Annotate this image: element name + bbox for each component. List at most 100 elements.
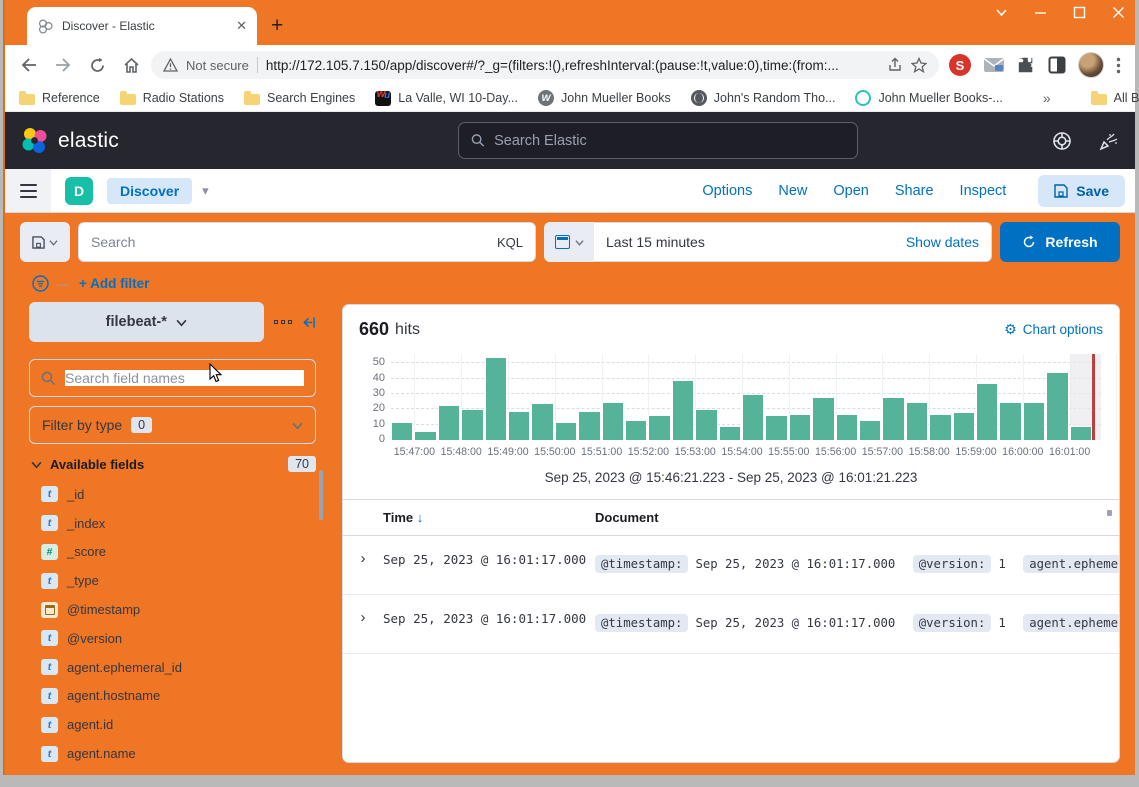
histogram-bar[interactable] bbox=[508, 411, 530, 440]
histogram-bar[interactable] bbox=[648, 415, 670, 440]
inspect-button[interactable]: Inspect bbox=[960, 183, 1007, 199]
back-button[interactable] bbox=[15, 51, 43, 79]
menu-hamburger-button[interactable] bbox=[5, 169, 51, 212]
options-button[interactable]: Options bbox=[702, 183, 752, 199]
reader-mode-extension-icon[interactable] bbox=[1048, 56, 1066, 74]
mail-extension-icon[interactable] bbox=[983, 56, 1005, 74]
bookmark-star-icon[interactable] bbox=[911, 57, 927, 73]
not-secure-label[interactable]: Not secure bbox=[186, 58, 249, 73]
field-item[interactable]: tagent.hostname bbox=[41, 682, 316, 711]
save-button[interactable]: Save bbox=[1038, 175, 1125, 207]
histogram-plot[interactable] bbox=[391, 354, 1101, 440]
table-scrollbar[interactable] bbox=[1107, 510, 1112, 516]
collapse-sidebar-icon[interactable] bbox=[302, 316, 316, 329]
histogram-bar[interactable] bbox=[602, 402, 624, 440]
address-bar[interactable]: Not secure http://172.105.7.150/app/disc… bbox=[151, 51, 939, 79]
tab-search-chevron-icon[interactable] bbox=[995, 6, 1008, 19]
not-secure-warning-icon[interactable] bbox=[163, 58, 178, 72]
bookmark-item[interactable]: Reference bbox=[19, 91, 100, 105]
histogram-bar[interactable] bbox=[1023, 402, 1045, 440]
elastic-logo[interactable]: elastic bbox=[21, 127, 119, 154]
field-item[interactable]: t@version bbox=[41, 624, 316, 653]
histogram-chart[interactable]: 0102030405015:47:0015:48:0015:49:0015:50… bbox=[359, 352, 1103, 458]
bookmark-item[interactable]: Radio Stations bbox=[120, 91, 224, 105]
histogram-bar[interactable] bbox=[391, 422, 413, 440]
show-dates-button[interactable]: Show dates bbox=[906, 234, 979, 250]
histogram-bar[interactable] bbox=[1046, 372, 1068, 440]
new-tab-button[interactable]: + bbox=[271, 16, 283, 36]
filter-menu-icon[interactable] bbox=[32, 275, 49, 292]
bookmark-item[interactable]: La Valle, WI 10-Day... bbox=[375, 91, 518, 106]
field-item[interactable]: t_id bbox=[41, 480, 316, 509]
histogram-bar[interactable] bbox=[742, 394, 764, 440]
breadcrumb[interactable]: Discover bbox=[107, 178, 192, 204]
minimize-button[interactable] bbox=[1034, 6, 1047, 19]
time-column-header[interactable]: Time ↓ bbox=[383, 510, 595, 525]
share-icon[interactable] bbox=[887, 57, 903, 73]
browser-tab[interactable]: Discover - Elastic ✕ bbox=[27, 7, 257, 45]
help-icon[interactable] bbox=[1052, 131, 1072, 151]
field-item[interactable]: t_type bbox=[41, 566, 316, 595]
new-button[interactable]: New bbox=[778, 183, 807, 199]
space-avatar[interactable]: D bbox=[65, 177, 93, 205]
histogram-bar[interactable] bbox=[672, 380, 694, 440]
search-query-input[interactable] bbox=[91, 234, 497, 250]
smallpdf-extension-icon[interactable]: S bbox=[949, 54, 971, 76]
histogram-bar[interactable] bbox=[929, 414, 951, 440]
field-item[interactable]: @timestamp bbox=[41, 595, 316, 624]
field-item[interactable]: tagent.name bbox=[41, 739, 316, 768]
bookmark-item[interactable]: John's Random Tho... bbox=[691, 90, 836, 106]
open-button[interactable]: Open bbox=[833, 183, 868, 199]
histogram-bar[interactable] bbox=[438, 405, 460, 440]
histogram-bar[interactable] bbox=[789, 414, 811, 440]
histogram-bar[interactable] bbox=[1070, 426, 1092, 440]
doc-field-name[interactable]: agent.ephemeral_id: bbox=[1023, 614, 1119, 632]
field-item[interactable]: t_index bbox=[41, 509, 316, 538]
doc-field-name[interactable]: @timestamp: bbox=[595, 555, 688, 573]
add-filter-button[interactable]: + Add filter bbox=[79, 276, 149, 291]
histogram-bar[interactable] bbox=[882, 397, 904, 440]
sidebar-scrollbar[interactable] bbox=[319, 470, 323, 520]
histogram-bar[interactable] bbox=[999, 402, 1021, 440]
bookmark-item[interactable]: Search Engines bbox=[244, 91, 355, 105]
doc-field-name[interactable]: @version: bbox=[913, 555, 992, 573]
saved-query-menu-button[interactable] bbox=[20, 222, 70, 262]
field-item[interactable]: #_score bbox=[41, 538, 316, 567]
reload-button[interactable] bbox=[83, 51, 111, 79]
histogram-bar[interactable] bbox=[578, 411, 600, 440]
share-button[interactable]: Share bbox=[895, 183, 934, 199]
tab-close-icon[interactable]: ✕ bbox=[236, 18, 247, 34]
histogram-bar[interactable] bbox=[812, 397, 834, 440]
field-search-input[interactable] bbox=[65, 370, 304, 386]
time-range-value[interactable]: Last 15 minutes bbox=[606, 234, 906, 250]
histogram-bar[interactable] bbox=[836, 414, 858, 440]
close-window-button[interactable] bbox=[1112, 6, 1125, 19]
kql-label[interactable]: KQL bbox=[497, 235, 523, 250]
chart-options-button[interactable]: ⚙ Chart options bbox=[1004, 322, 1103, 338]
url-text[interactable]: http://172.105.7.150/app/discover#/?_g=(… bbox=[266, 58, 879, 73]
bookmarks-overflow-button[interactable]: » bbox=[1043, 90, 1051, 106]
all-bookmarks-button[interactable]: All Bookmarks bbox=[1091, 91, 1139, 105]
forward-button[interactable] bbox=[49, 51, 77, 79]
expand-row-icon[interactable]: › bbox=[343, 546, 383, 582]
elastic-search-input[interactable] bbox=[494, 133, 845, 149]
extensions-puzzle-icon[interactable] bbox=[1017, 56, 1036, 75]
histogram-bar[interactable] bbox=[765, 415, 787, 440]
histogram-bar[interactable] bbox=[555, 422, 577, 440]
histogram-bar[interactable] bbox=[906, 402, 928, 440]
date-quick-menu-button[interactable] bbox=[544, 222, 594, 262]
doc-field-name[interactable]: @version: bbox=[913, 614, 992, 632]
histogram-bar[interactable] bbox=[695, 409, 717, 440]
available-fields-header[interactable]: Available fields 70 bbox=[29, 456, 316, 472]
index-pattern-select[interactable]: filebeat-* bbox=[29, 302, 264, 342]
histogram-bar[interactable] bbox=[531, 403, 553, 440]
refresh-button[interactable]: Refresh bbox=[1000, 222, 1120, 262]
histogram-bar[interactable] bbox=[625, 420, 647, 440]
histogram-bar[interactable] bbox=[859, 420, 881, 440]
doc-field-name[interactable]: @timestamp: bbox=[595, 614, 688, 632]
bookmark-item[interactable]: WJohn Mueller Books bbox=[538, 90, 671, 106]
profile-avatar[interactable] bbox=[1078, 52, 1104, 78]
expand-row-icon[interactable]: › bbox=[343, 605, 383, 641]
bookmark-item[interactable]: John Mueller Books-... bbox=[855, 90, 1002, 106]
field-item[interactable]: tagent.id bbox=[41, 710, 316, 739]
